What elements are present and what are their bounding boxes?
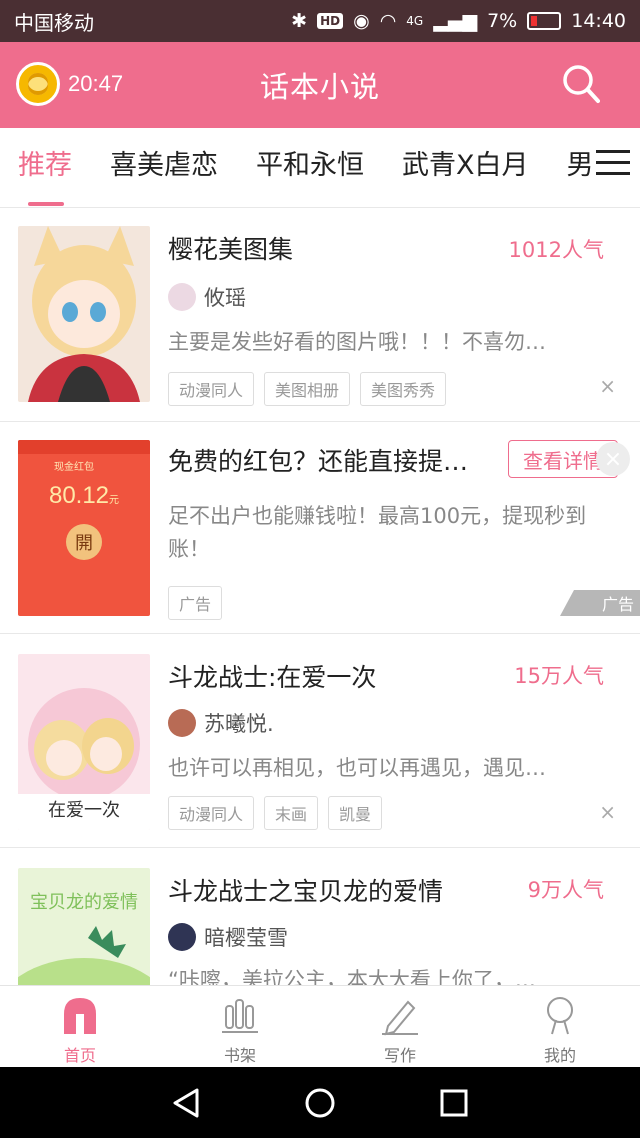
cover-image: 宝贝龙的爱情 xyxy=(18,868,150,985)
signal-type: 4G xyxy=(406,14,424,28)
nav-bookshelf-label: 书架 xyxy=(223,1046,256,1065)
author-name: 攸瑶 xyxy=(204,286,246,310)
bookshelf-icon xyxy=(222,999,258,1033)
tab-category[interactable]: 喜美虐恋 xyxy=(110,143,218,192)
signal-icon: ▂▄▆ xyxy=(433,10,478,32)
ad-image: 现金红包 80.12元 開 xyxy=(18,440,150,616)
pen-icon xyxy=(382,1000,418,1036)
svg-text:宝贝龙的爱情: 宝贝龙的爱情 xyxy=(30,892,138,913)
ad-tag: 广告 xyxy=(168,586,223,620)
story-card[interactable]: 樱花美图集 1012人气 攸瑶 主要是发些好看的图片哦！！！不喜勿… 动漫同人 … xyxy=(0,208,640,422)
profile-icon xyxy=(547,997,573,1035)
nav-write[interactable]: 写作 xyxy=(320,986,480,1067)
avatar xyxy=(168,923,196,951)
author[interactable]: 苏曦悦. xyxy=(168,708,274,738)
tag[interactable]: 凯曼 xyxy=(328,796,383,830)
story-description: “咔嚓，美拉公主，本大大看上你了，… xyxy=(168,968,536,985)
avatar xyxy=(168,709,196,737)
nav-write-label: 写作 xyxy=(383,1046,416,1065)
ad-tag-list: 广告 xyxy=(168,586,223,620)
battery-icon xyxy=(527,12,562,30)
recents-icon[interactable] xyxy=(439,1088,469,1118)
story-description: 主要是发些好看的图片哦！！！不喜勿… xyxy=(168,330,546,354)
home-circle-icon[interactable] xyxy=(304,1087,336,1119)
category-tabs: 推荐 喜美虐恋 平和永恒 武青X白月 男 xyxy=(0,128,640,208)
author[interactable]: 攸瑶 xyxy=(168,282,246,312)
wifi-icon: ◠ xyxy=(379,10,397,32)
tab-category[interactable]: 男 xyxy=(567,143,594,192)
tag[interactable]: 美图秀秀 xyxy=(360,372,447,406)
system-navigation-bar xyxy=(0,1067,640,1138)
menu-icon[interactable] xyxy=(596,150,630,176)
story-card[interactable]: 在爱一次 斗龙战士:在爱一次 15万人气 苏曦悦. 也许可以再相见，也可以再遇见… xyxy=(0,634,640,848)
author[interactable]: 暗樱莹雪 xyxy=(168,922,288,952)
popularity: 9万人气 xyxy=(527,878,604,902)
author-name: 苏曦悦. xyxy=(204,712,274,736)
back-icon[interactable] xyxy=(171,1087,201,1119)
tag-list: 动漫同人 末画 凯曼 xyxy=(168,796,383,830)
tag[interactable]: 美图相册 xyxy=(264,372,351,406)
hd-badge: HD xyxy=(317,13,344,29)
story-description: 也许可以再相见，也可以再遇见，遇见… xyxy=(168,756,546,780)
tab-category[interactable]: 武青X白月 xyxy=(402,143,529,192)
app-title: 话本小说 xyxy=(259,70,380,104)
story-title: 樱花美图集 xyxy=(168,235,294,264)
nav-profile[interactable]: 我的 xyxy=(480,986,640,1067)
avatar xyxy=(168,283,196,311)
ad-description: 足不出户也能赚钱啦！最高100元，提现秒到账！ xyxy=(168,504,587,561)
author-name: 暗樱莹雪 xyxy=(204,926,288,950)
cover-image: 在爱一次 xyxy=(18,654,150,830)
search-icon[interactable] xyxy=(562,64,600,104)
dismiss-button[interactable]: × xyxy=(599,374,616,398)
tab-recommend[interactable]: 推荐 xyxy=(18,143,72,206)
clock: 14:40 xyxy=(571,10,626,32)
popularity: 15万人气 xyxy=(514,664,604,688)
ad-close-icon[interactable]: × xyxy=(596,442,630,476)
svg-text:在爱一次: 在爱一次 xyxy=(48,800,120,821)
tag[interactable]: 动漫同人 xyxy=(168,372,255,406)
envelope-title: 现金红包 xyxy=(54,462,94,473)
tag[interactable]: 动漫同人 xyxy=(168,796,255,830)
tab-category[interactable]: 平和永恒 xyxy=(256,143,364,192)
status-bar: 中国移动 ✱ HD ◉ ◠ 4G ▂▄▆ 7% 14:40 xyxy=(0,0,640,42)
open-envelope-button: 開 xyxy=(66,524,102,560)
nav-home[interactable]: 首页 xyxy=(0,986,160,1067)
tag[interactable]: 末画 xyxy=(264,796,319,830)
ad-title: 免费的红包？还能直接提… xyxy=(168,447,469,476)
ad-amount: 80.12元 xyxy=(48,482,120,509)
battery-percent: 7% xyxy=(487,10,518,32)
story-title: 斗龙战士:在爱一次 xyxy=(168,663,377,692)
nav-bookshelf[interactable]: 书架 xyxy=(160,986,320,1067)
story-title: 斗龙战士之宝贝龙的爱情 xyxy=(168,877,444,906)
cover-image xyxy=(18,226,150,402)
nav-home-label: 首页 xyxy=(63,1046,96,1065)
eye-icon: ◉ xyxy=(353,10,370,32)
tag-list: 动漫同人 美图相册 美图秀秀 xyxy=(168,372,447,406)
nav-profile-label: 我的 xyxy=(543,1046,576,1065)
story-card[interactable]: 宝贝龙的爱情 斗龙战士之宝贝龙的爱情 9万人气 暗樱莹雪 “咔嚓，美拉公主，本大… xyxy=(0,848,640,985)
popularity: 1012人气 xyxy=(508,238,604,262)
ad-label-badge: 广告 xyxy=(560,590,640,616)
carrier-label: 中国移动 xyxy=(14,10,94,35)
home-icon xyxy=(64,998,96,1034)
app-bar: 20:47 话本小说 xyxy=(0,42,640,128)
dismiss-button[interactable]: × xyxy=(599,800,616,824)
bottom-navigation: 首页 书架 写作 我的 xyxy=(0,985,640,1067)
bluetooth-icon: ✱ xyxy=(291,10,308,32)
